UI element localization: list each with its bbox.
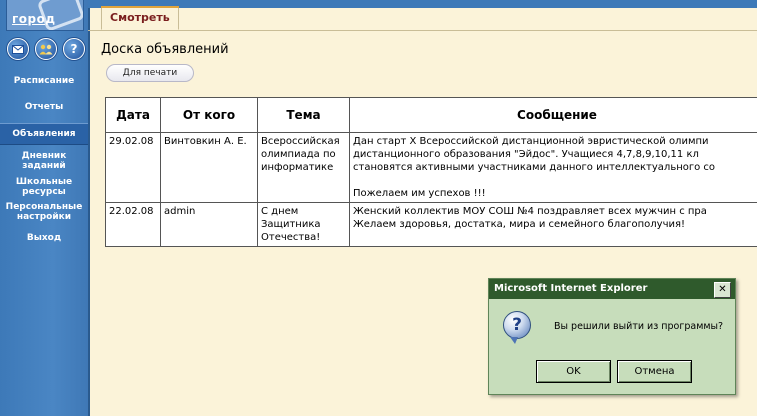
sidebar-item-logout[interactable]: Выход	[0, 233, 88, 243]
close-icon[interactable]: ✕	[714, 282, 731, 298]
column-header-date: Дата	[105, 97, 161, 133]
topic-line: олимпиада по	[261, 149, 336, 160]
dialog-titlebar[interactable]: Microsoft Internet Explorer ✕	[489, 279, 735, 299]
topic-line: Защитника	[261, 219, 321, 230]
help-icon[interactable]: ?	[63, 38, 85, 60]
cell-topic: Всероссийская олимпиада по информатике	[257, 132, 350, 203]
topic-line: Отечества!	[261, 232, 321, 243]
envelope-icon[interactable]	[7, 38, 29, 60]
confirm-dialog: Microsoft Internet Explorer ✕ ? Вы решил…	[488, 278, 736, 395]
table-row: 29.02.08 Винтовкин А. Е. Всероссийская о…	[105, 132, 757, 203]
topic-line: Всероссийская	[261, 136, 340, 147]
message-line: становятся активными участниками данного…	[353, 162, 716, 173]
sidebar-item-label: Персональные	[5, 202, 83, 212]
print-button[interactable]: Для печати	[106, 64, 194, 82]
sidebar-item-personal-settings[interactable]: Персональные настройки	[0, 202, 88, 222]
sidebar-item-label: ресурсы	[22, 187, 66, 197]
sidebar-item-label: настройки	[16, 212, 72, 222]
message-line: дистанционного образования "Эйдос". Учащ…	[353, 149, 699, 160]
sidebar-item-assignments-diary[interactable]: Дневник заданий	[0, 151, 88, 171]
ok-button[interactable]: OK	[536, 360, 611, 383]
tab-row: Смотреть	[88, 6, 757, 31]
column-header-topic: Тема	[257, 97, 350, 133]
dialog-message: Вы решили выйти из программы?	[554, 321, 724, 332]
table-header-row: Дата От кого Тема Сообщение	[105, 97, 757, 133]
column-header-message: Сообщение	[349, 97, 757, 133]
cell-from: Винтовкин А. Е.	[160, 132, 258, 203]
logo-text: город	[12, 12, 56, 26]
dialog-title: Microsoft Internet Explorer	[494, 283, 648, 294]
top-bar	[88, 0, 757, 8]
cell-from: admin	[160, 202, 258, 247]
cell-topic: С днем Защитника Отечества!	[257, 202, 350, 247]
sidebar: город ? Расписание Отчеты Объявления Дне…	[0, 0, 90, 416]
cancel-button[interactable]: Отмена	[617, 360, 692, 383]
page-title: Доска объявлений	[101, 42, 229, 57]
message-line: Дан старт X Всероссийской дистанционной …	[353, 136, 709, 147]
cell-date: 29.02.08	[105, 132, 161, 203]
cell-date: 22.02.08	[105, 202, 161, 247]
logo[interactable]: город	[6, 0, 84, 31]
sidebar-icon-row: ?	[7, 38, 85, 60]
cell-message: Дан старт X Всероссийской дистанционной …	[349, 132, 757, 203]
column-header-from: От кого	[160, 97, 258, 133]
sidebar-item-label: заданий	[22, 161, 66, 171]
message-line: Желаем здоровья, достатка, мира и семейн…	[353, 219, 686, 230]
sidebar-item-label: Школьные	[15, 177, 73, 187]
sidebar-item-reports[interactable]: Отчеты	[0, 102, 88, 112]
people-icon[interactable]	[35, 38, 57, 60]
sidebar-item-schedule[interactable]: Расписание	[0, 76, 88, 86]
topic-line: информатике	[261, 162, 334, 173]
cell-message: Женский коллектив МОУ СОШ №4 поздравляет…	[349, 202, 757, 247]
table-row: 22.02.08 admin С днем Защитника Отечеств…	[105, 202, 757, 247]
announcements-table: Дата От кого Тема Сообщение 29.02.08 Вин…	[105, 97, 757, 247]
topic-line: С днем	[261, 206, 299, 217]
question-icon: ?	[503, 311, 531, 344]
message-line: Женский коллектив МОУ СОШ №4 поздравляет…	[353, 206, 707, 217]
sidebar-item-school-resources[interactable]: Школьные ресурсы	[0, 177, 88, 197]
sidebar-item-label: Дневник	[21, 151, 67, 161]
tab-view[interactable]: Смотреть	[101, 6, 179, 30]
message-line: Пожелаем им успехов !!!	[353, 188, 486, 199]
sidebar-item-announcements[interactable]: Объявления	[0, 123, 88, 145]
